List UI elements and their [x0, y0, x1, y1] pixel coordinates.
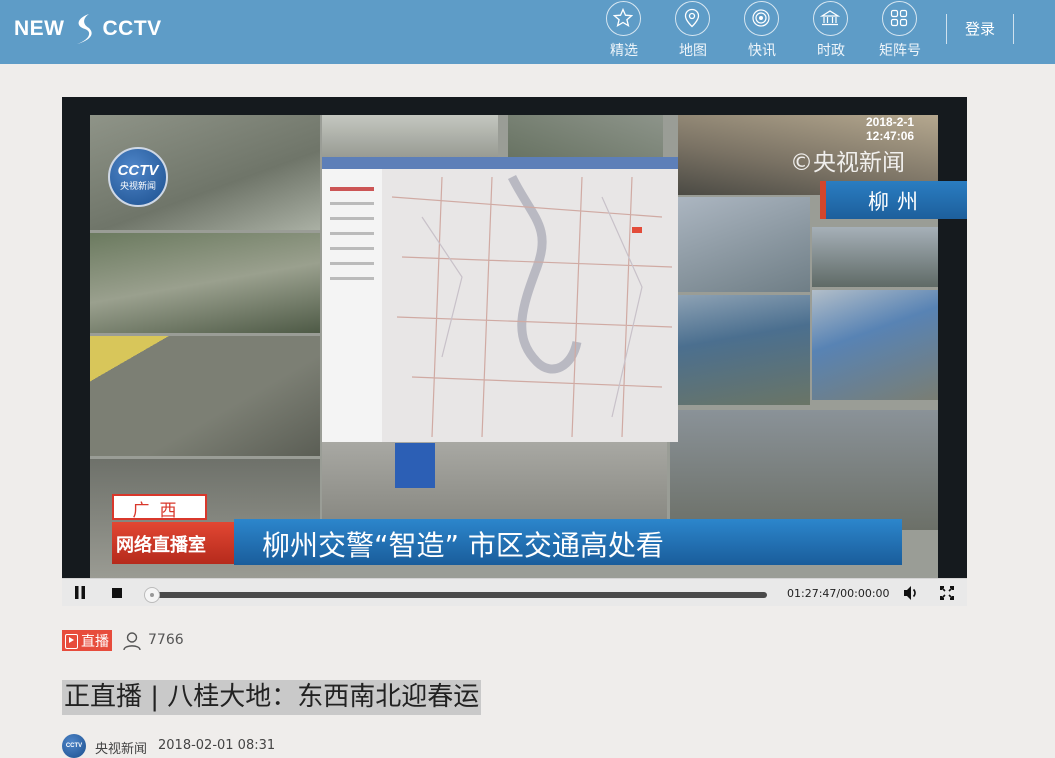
live-label: 直播	[81, 634, 109, 650]
grid-icon	[882, 1, 917, 36]
logo-text-right: CCTV	[102, 17, 162, 40]
building-icon	[813, 1, 848, 36]
blue-tent	[395, 443, 435, 488]
camera-feed	[812, 290, 938, 400]
volume-button[interactable]	[895, 579, 925, 607]
nav-item-map[interactable]: 地图	[663, 0, 723, 64]
video-timestamp: 2018-2-1 12:47:06	[866, 115, 915, 143]
live-play-icon	[65, 633, 78, 649]
stop-button[interactable]	[102, 579, 132, 607]
traffic-map-screen	[322, 157, 678, 442]
user-icon	[123, 632, 141, 651]
author-name[interactable]: 央视新闻	[95, 738, 147, 757]
video-player[interactable]: 2018-2-1 12:47:06 ©央视新闻 CCTV 央视新闻 柳州 广西 …	[62, 97, 967, 578]
camera-feed	[812, 227, 938, 287]
fullscreen-icon	[940, 586, 954, 600]
nav-label-matrix: 矩阵号	[879, 43, 921, 59]
badge-bottom-text: 央视新闻	[119, 182, 156, 192]
camera-feed	[670, 410, 938, 530]
star-icon	[606, 1, 641, 36]
broadcast-icon	[744, 1, 779, 36]
stop-icon	[112, 588, 122, 598]
publish-date: 2018-02-01 08:31	[158, 738, 276, 753]
program-caption: 网络直播室	[112, 522, 242, 564]
progress-handle[interactable]	[144, 587, 160, 603]
pause-icon	[75, 586, 85, 599]
pause-button[interactable]	[65, 579, 95, 607]
duration-time: 00:00:00	[840, 587, 890, 600]
nav-item-flash[interactable]: 快讯	[732, 0, 792, 64]
author-avatar[interactable]: CCTV	[62, 734, 86, 758]
article-title: 正直播 | 八桂大地：东西南北迎春运	[62, 680, 482, 715]
nav-divider	[946, 14, 947, 44]
newscctv-logo[interactable]: NEW CCTV	[14, 12, 162, 46]
map-pin-icon	[675, 1, 710, 36]
current-time: 01:27:47	[787, 587, 837, 600]
time-display: 01:27:47/00:00:00	[787, 587, 890, 600]
nav-divider	[1013, 14, 1014, 44]
region-caption: 广西	[112, 494, 207, 521]
nav-label-politics: 时政	[817, 43, 845, 59]
nav-item-politics[interactable]: 时政	[801, 0, 861, 64]
camera-feed	[670, 295, 810, 405]
cctv-news-badge: CCTV 央视新闻	[108, 147, 168, 207]
headline-caption: 柳州交警“智造” 市区交通高处看	[234, 519, 902, 565]
nav-label-flash: 快讯	[748, 43, 776, 59]
top-header: NEW CCTV 精选 地图 快讯 时政 矩阵号 登录	[0, 0, 1055, 64]
cctv-watermark: ©央视新闻	[790, 150, 905, 176]
login-button[interactable]: 登录	[956, 18, 1004, 39]
camera-feed	[670, 197, 810, 292]
viewer-count: 7766	[148, 632, 184, 648]
city-caption: 柳州	[820, 181, 967, 219]
swoosh-icon	[76, 14, 92, 44]
logo-text-left: NEW	[14, 17, 65, 40]
nav-item-matrix[interactable]: 矩阵号	[870, 0, 930, 64]
badge-top-text: CCTV	[117, 162, 159, 179]
camera-feed	[90, 233, 320, 333]
nav-label-featured: 精选	[610, 43, 638, 59]
fullscreen-button[interactable]	[932, 579, 962, 607]
speaker-icon	[904, 586, 916, 600]
live-badge: 直播	[62, 630, 112, 651]
progress-bar[interactable]	[150, 592, 767, 598]
nav-label-map: 地图	[679, 43, 707, 59]
nav-item-featured[interactable]: 精选	[594, 0, 654, 64]
camera-feed	[90, 336, 320, 456]
player-controls: 01:27:47/00:00:00	[62, 578, 967, 606]
video-frame: 2018-2-1 12:47:06 ©央视新闻	[90, 115, 938, 578]
camera-feed	[322, 115, 498, 160]
